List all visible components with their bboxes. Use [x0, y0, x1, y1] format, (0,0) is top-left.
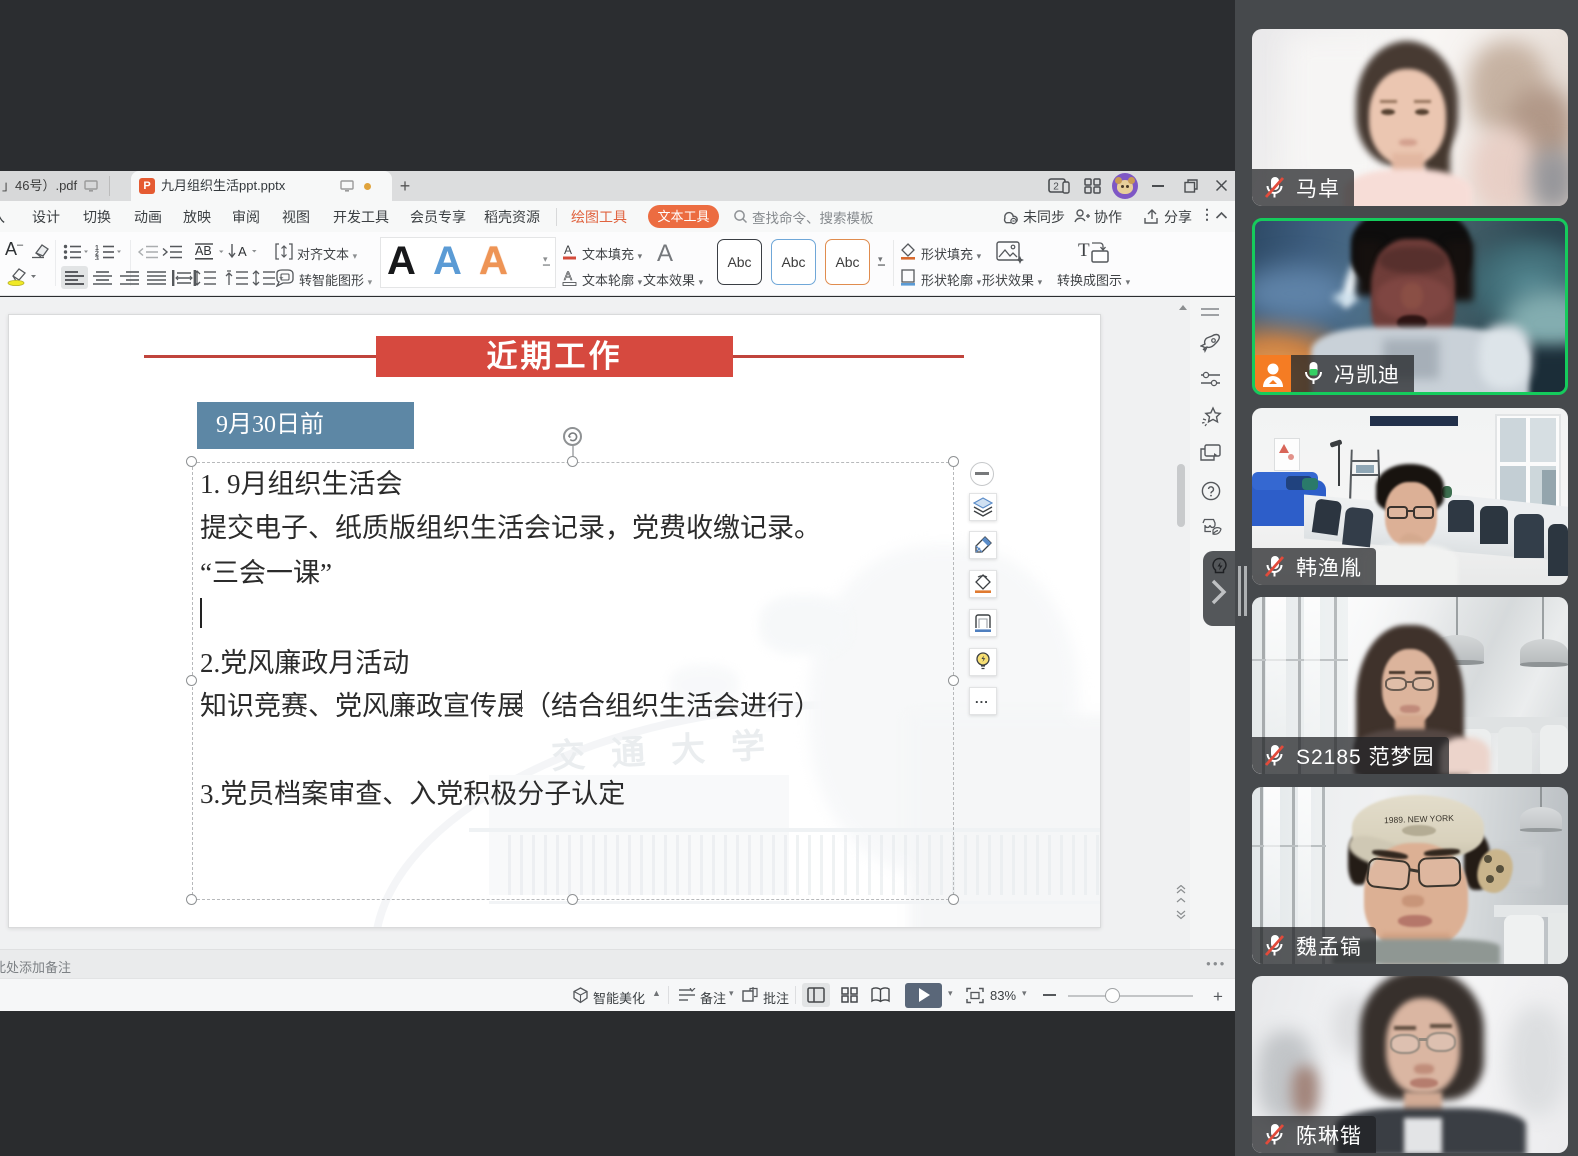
- svg-text:A: A: [564, 269, 572, 283]
- svg-text:3: 3: [95, 256, 99, 261]
- svg-text:2: 2: [1053, 182, 1059, 193]
- svg-text:T: T: [1078, 240, 1090, 261]
- svg-text:AB: AB: [195, 244, 212, 258]
- svg-text:A: A: [564, 243, 572, 257]
- svg-text:A: A: [238, 244, 247, 259]
